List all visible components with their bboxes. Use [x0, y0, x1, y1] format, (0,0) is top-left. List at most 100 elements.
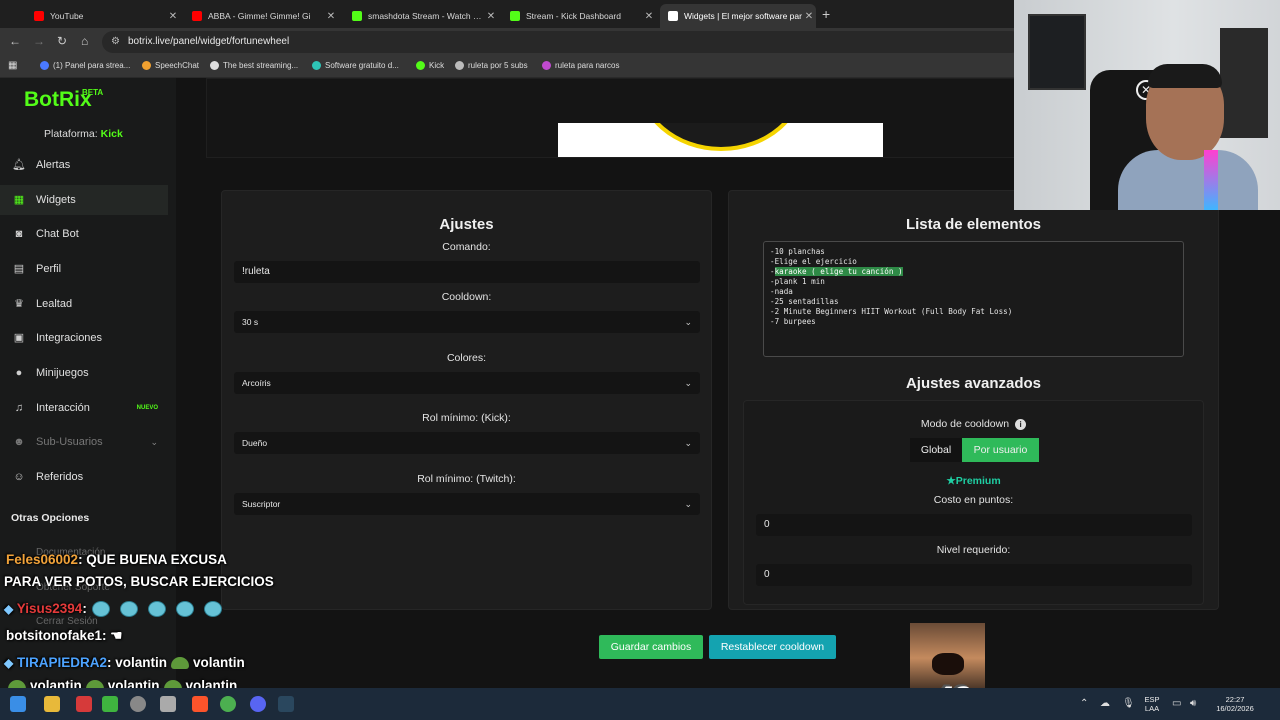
- command-input[interactable]: !ruleta: [234, 261, 700, 283]
- elements-textarea[interactable]: -10 planchas -Elige el ejercicio -karaoke …: [763, 241, 1184, 357]
- command-label: Comando:: [442, 241, 491, 253]
- level-input[interactable]: 0: [756, 564, 1192, 586]
- bookmark-panel[interactable]: (1) Panel para strea...: [40, 61, 130, 70]
- bookmark-label: ruleta por 5 subs: [468, 61, 528, 70]
- mode-global-button[interactable]: Global: [910, 438, 962, 462]
- chevron-down-icon: ⌄: [684, 378, 692, 388]
- speaker-icon[interactable]: 🔊︎: [1190, 698, 1196, 709]
- cooldown-mode-label: Modo de cooldown: [920, 418, 1010, 430]
- level-label: Nivel requerido:: [936, 544, 1011, 556]
- tab-abba[interactable]: ABBA - Gimme! Gimme! Gi ✕: [184, 4, 338, 28]
- points-cost-input[interactable]: 0: [756, 514, 1192, 536]
- bookmark-label: SpeechChat: [155, 61, 200, 70]
- cooldown-select[interactable]: 30 s ⌄: [234, 311, 700, 333]
- language-indicator[interactable]: ESP LAA: [1140, 695, 1164, 713]
- colors-select[interactable]: Arcoíris ⌄: [234, 372, 700, 394]
- bookmark-speechchat[interactable]: SpeechChat: [142, 61, 199, 70]
- site-info-icon[interactable]: ⚙: [111, 31, 120, 53]
- sidebar-item-widgets[interactable]: ▦ Widgets: [0, 185, 168, 215]
- bookmark-kick[interactable]: Kick: [416, 61, 444, 70]
- clock[interactable]: 22:27 16/02/2026: [1210, 695, 1260, 713]
- role-twitch-select[interactable]: Suscriptor ⌄: [234, 493, 700, 515]
- close-icon[interactable]: ✕: [324, 11, 338, 22]
- mode-user-button[interactable]: Por usuario: [962, 438, 1039, 462]
- tab-kick-dashboard[interactable]: Stream - Kick Dashboard ✕: [502, 4, 656, 28]
- element-line: -10 planchas: [770, 247, 825, 256]
- brave-icon[interactable]: [192, 696, 208, 712]
- display-icon[interactable]: ▭: [1172, 698, 1181, 709]
- steam-icon[interactable]: [278, 696, 294, 712]
- sidebar-item-lealtad[interactable]: ♛ Lealtad: [0, 289, 168, 319]
- app-icon[interactable]: [76, 696, 92, 712]
- element-line: -karaoke ( elige tu canción ): [770, 267, 903, 276]
- tab-title: ABBA - Gimme! Gimme! Gi: [208, 11, 311, 21]
- sidebar-item-perfil[interactable]: ▤ Perfil: [0, 254, 168, 284]
- role-kick-select[interactable]: Dueño ⌄: [234, 432, 700, 454]
- file-explorer-icon[interactable]: [44, 696, 60, 712]
- url-text: botrix.live/panel/widget/fortunewheel: [128, 36, 290, 47]
- reload-icon[interactable]: ↻: [57, 34, 67, 48]
- sidebar-item-interaccion[interactable]: ♫ Interacción NUEVO: [0, 393, 168, 423]
- element-line: -plank 1 min: [770, 277, 825, 286]
- chevron-down-icon: ⌄: [684, 499, 692, 509]
- close-icon[interactable]: ✕: [166, 11, 180, 22]
- sidebar-item-referidos[interactable]: ☺ Referidos: [0, 462, 168, 492]
- bookmark-ruleta-narcos[interactable]: ruleta para narcos: [542, 61, 619, 70]
- windows-start-icon[interactable]: [10, 696, 26, 712]
- close-icon[interactable]: ✕: [802, 11, 816, 22]
- robot-icon: ◙: [15, 228, 23, 240]
- tab-widgets[interactable]: Widgets | El mejor software par ✕: [660, 4, 816, 28]
- chevron-up-icon[interactable]: ⌃: [1080, 698, 1088, 709]
- sidebar-item-chatbot[interactable]: ◙ Chat Bot: [0, 219, 168, 249]
- chat-text: : QUE BUENA EXCUSA: [78, 552, 227, 567]
- chrome-icon[interactable]: [220, 696, 236, 712]
- save-label: Guardar cambios: [610, 641, 692, 653]
- bookmark-label: Software gratuito d...: [325, 61, 399, 70]
- save-button[interactable]: Guardar cambios: [599, 635, 703, 659]
- new-tab-button[interactable]: +: [822, 6, 830, 22]
- settings-panel: Ajustes Comando: !ruleta Cooldown: 30 s ⌄…: [221, 190, 712, 610]
- youtube-icon: [34, 11, 44, 21]
- chat-username: TIRAPIEDRA2: [17, 655, 108, 670]
- chat-text: : volantin: [107, 655, 168, 670]
- command-value: !ruleta: [242, 266, 270, 277]
- microphone-icon[interactable]: 🎙︎: [1122, 698, 1135, 709]
- bookmark-icon: [312, 61, 321, 70]
- squirtle-emote-icon: [91, 601, 110, 618]
- back-icon[interactable]: ←: [9, 34, 21, 48]
- sidebar-item-subusuarios[interactable]: ☻ Sub-Usuarios ⌄: [0, 427, 168, 457]
- address-bar[interactable]: ⚙ botrix.live/panel/widget/fortunewheel: [102, 31, 1022, 53]
- tab-smashdota[interactable]: smashdota Stream - Watch Live ✕: [344, 4, 498, 28]
- forward-icon[interactable]: →: [33, 34, 45, 48]
- botrix-icon: [668, 11, 678, 21]
- youtube-icon: [192, 11, 202, 21]
- bookmark-streaming[interactable]: The best streaming...: [210, 61, 298, 70]
- home-icon[interactable]: ⌂: [81, 34, 88, 48]
- hand-emote-icon: ☚: [110, 628, 123, 643]
- new-badge: NUEVO: [136, 405, 158, 411]
- reset-cooldown-button[interactable]: Restablecer cooldown: [709, 635, 836, 659]
- close-icon[interactable]: ✕: [642, 11, 656, 22]
- webcam-shelf: [1220, 28, 1268, 138]
- bookmark-software[interactable]: Software gratuito d...: [312, 61, 399, 70]
- sidebar-item-integraciones[interactable]: ▣ Integraciones: [0, 323, 168, 353]
- role-kick-label: Rol mínimo: (Kick):: [422, 412, 511, 424]
- discord-icon[interactable]: [250, 696, 266, 712]
- obs-icon[interactable]: [130, 696, 146, 712]
- cooldown-value: 30 s: [242, 317, 259, 327]
- sidebar-item-label: Referidos: [36, 471, 84, 483]
- lang2-text: LAA: [1144, 704, 1160, 713]
- app-icon[interactable]: [160, 696, 176, 712]
- apps-icon[interactable]: ▦: [8, 60, 17, 71]
- close-icon[interactable]: ✕: [484, 11, 498, 22]
- info-icon[interactable]: i: [1015, 419, 1027, 430]
- beta-badge: BETA: [82, 88, 104, 97]
- sidebar-item-alertas[interactable]: 🔔︎ Alertas: [0, 150, 168, 180]
- sidebar-item-minijuegos[interactable]: ● Minijuegos: [0, 358, 168, 388]
- network-icon[interactable]: ☁: [1100, 698, 1110, 709]
- botrix-logo[interactable]: BotRix BETA: [24, 88, 103, 112]
- role-twitch-label: Rol mínimo: (Twitch):: [417, 473, 516, 485]
- bookmark-ruleta-subs[interactable]: ruleta por 5 subs: [455, 61, 528, 70]
- app-icon[interactable]: [102, 696, 118, 712]
- tab-youtube[interactable]: YouTube ✕: [26, 4, 180, 28]
